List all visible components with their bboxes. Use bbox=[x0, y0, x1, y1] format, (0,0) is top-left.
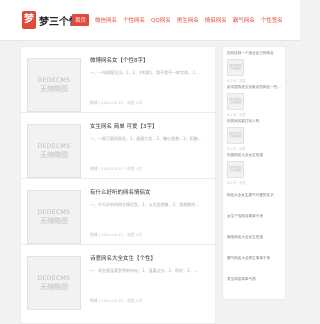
sidebar-thumbnail[interactable]: DEDECMS 无缩略图 bbox=[227, 127, 244, 144]
placeholder-text-1: DEDECMS bbox=[37, 274, 71, 282]
sidebar-item-meta: 6-278 · 浏览 bbox=[227, 147, 246, 151]
placeholder-text-1: DEDECMS bbox=[37, 142, 71, 150]
sidebar-link[interactable]: 女生个性网名简单干净 bbox=[227, 214, 283, 219]
sidebar-item-meta: 6-278 · 浏览 bbox=[227, 181, 246, 185]
main-nav: 首页 微信网名 个性网名 QQ网名 男生网名 情侣网名 霸气网名 个性签名 bbox=[72, 14, 289, 26]
sidebar-link[interactable]: 霸气网名大全男生简单干净 bbox=[227, 256, 283, 261]
nav-item-qq-names[interactable]: QQ网名 bbox=[151, 16, 171, 24]
article-thumbnail[interactable]: DEDECMS 无缩略图 bbox=[27, 124, 81, 178]
article-thumbnail[interactable]: DEDECMS 无缩略图 bbox=[27, 256, 81, 310]
nav-item-domineering-names[interactable]: 霸气网名 bbox=[233, 16, 255, 24]
nav-item-personal-names[interactable]: 个性网名 bbox=[123, 16, 145, 24]
sidebar-item-title[interactable]: 伤感网名大全女生伤感 bbox=[227, 153, 283, 158]
sidebar: 如何找到一个适合自己的网名 DEDECMS 无缩略图 6-278 · 浏览 用中… bbox=[222, 46, 286, 300]
placeholder-text-2: 无缩略图 bbox=[40, 150, 68, 159]
logo-icon: 梦 bbox=[22, 11, 36, 29]
placeholder-text-2: 无缩略图 bbox=[40, 216, 68, 225]
sidebar-thumbnail[interactable]: DEDECMS 无缩略图 bbox=[227, 161, 244, 178]
sidebar-item-meta: 6-278 · 浏览 bbox=[227, 79, 246, 83]
sidebar-link[interactable]: 网名大全女生霸气可爱的名字 bbox=[227, 193, 283, 198]
article-meta: 微博 | 2024-05-27 · 浏览 1次 bbox=[90, 166, 142, 171]
sidebar-link[interactable]: 微信网名大全女生伤感 bbox=[227, 235, 283, 240]
sidebar-item-meta: 6-278 · 浏览 bbox=[227, 113, 246, 117]
placeholder-text-1: DEDECMS bbox=[37, 208, 71, 216]
nav-item-male-names[interactable]: 男生网名 bbox=[177, 16, 199, 24]
article-meta: 微博 | 2024-05-27 · 浏览 1次 bbox=[90, 298, 142, 303]
sidebar-thumbnail[interactable]: DEDECMS 无缩略图 bbox=[227, 59, 244, 76]
sidebar-thumbnail[interactable]: DEDECMS 无缩略图 bbox=[227, 93, 244, 110]
sidebar-item-title[interactable]: 你的网名能打动人吗 bbox=[227, 119, 283, 124]
sidebar-item-title[interactable]: 如何找到一个适合自己的网名 bbox=[227, 51, 283, 56]
placeholder-text-2: 无缩略图 bbox=[229, 66, 242, 71]
nav-item-wechat-names[interactable]: 微信网名 bbox=[95, 16, 117, 24]
placeholder-text-2: 无缩略图 bbox=[229, 100, 242, 105]
article-title[interactable]: 女生网名 简单 可爱【3字】 bbox=[90, 122, 210, 130]
article-meta: 微博 | 2024-05-27 · 浏览 1次 bbox=[90, 100, 142, 105]
placeholder-text-2: 无缩略图 bbox=[229, 134, 242, 139]
article-meta: 微博 | 2024-05-27 · 浏览 1次 bbox=[90, 232, 142, 237]
article-summary: 一、什么好听的网名情侣女，1、以为会就像，2、我想最终... bbox=[90, 202, 199, 207]
article-summary: 一、一般可爱的网名，1、甜甜少女，2、糖心怪兽，3、奶糖... bbox=[90, 136, 202, 141]
article-card[interactable]: DEDECMS 无缩略图 诗意网名大全女生【个性】 一、网名超温柔到哭的诗句，1… bbox=[20, 244, 216, 324]
sidebar-item-title[interactable]: 用中国传统文化取名的网名一些... bbox=[227, 85, 283, 90]
top-header: 梦 梦三个性网 首页 微信网名 个性网名 QQ网名 男生网名 情侣网名 霸气网名… bbox=[0, 0, 300, 41]
nav-item-home[interactable]: 首页 bbox=[72, 14, 90, 26]
nav-item-signatures[interactable]: 个性签名 bbox=[261, 16, 283, 24]
article-summary: 一、网名超温柔到哭的诗句，1、温柔过分，2、你好，3、... bbox=[90, 268, 198, 273]
placeholder-text-2: 无缩略图 bbox=[40, 282, 68, 291]
placeholder-text-1: DEDECMS bbox=[37, 76, 71, 84]
placeholder-text-2: 无缩略图 bbox=[229, 168, 242, 173]
article-thumbnail[interactable]: DEDECMS 无缩略图 bbox=[27, 190, 81, 244]
nav-item-couple-names[interactable]: 情侣网名 bbox=[205, 16, 227, 24]
article-thumbnail[interactable]: DEDECMS 无缩略图 bbox=[27, 58, 81, 112]
sidebar-link[interactable]: 男生网名简单气质 bbox=[227, 277, 283, 282]
article-title[interactable]: 有什么好听的网名情侣女 bbox=[90, 188, 210, 196]
article-summary: 一、一年稳稳当当，1、2、4的第1、我不是不一样字体，人... bbox=[90, 70, 200, 75]
article-title[interactable]: 诗意网名大全女生【个性】 bbox=[90, 254, 210, 262]
article-title[interactable]: 微博网名女【个性8字】 bbox=[90, 56, 210, 64]
placeholder-text-2: 无缩略图 bbox=[40, 84, 68, 93]
